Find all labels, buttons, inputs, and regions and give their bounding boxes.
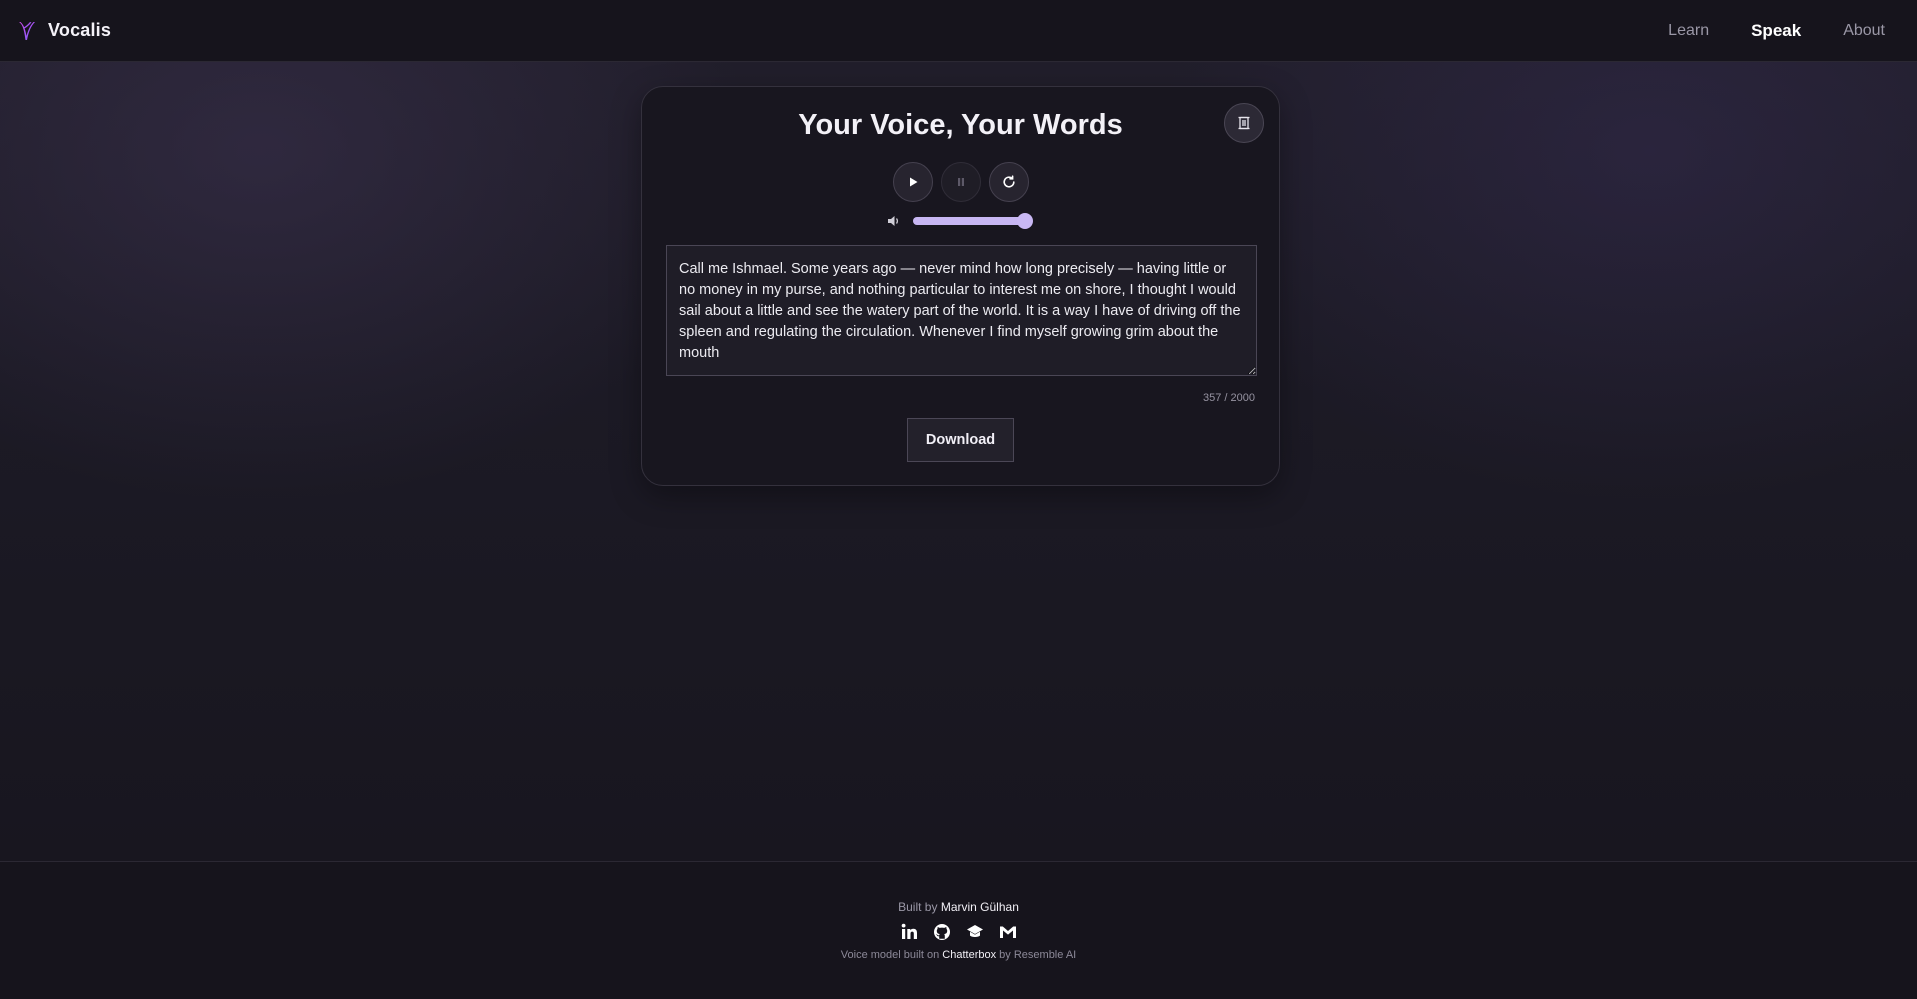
refresh-icon xyxy=(1002,175,1015,188)
credit-prefix: Voice model built on xyxy=(840,949,940,961)
built-by-line: Built by Marvin Gülhan xyxy=(0,900,1917,914)
linkedin-icon xyxy=(901,923,917,939)
chatterbox-link[interactable]: Chatterbox xyxy=(942,949,996,961)
top-navbar: Vocalis Learn Speak About xyxy=(0,0,1917,62)
pause-button[interactable] xyxy=(940,162,981,202)
volume-slider-thumb[interactable] xyxy=(1017,213,1033,229)
credits-line: Voice model built on Chatterbox by Resem… xyxy=(0,949,1917,961)
gmail-icon xyxy=(1000,926,1016,938)
play-icon xyxy=(909,177,917,187)
pause-icon xyxy=(957,178,964,186)
download-button[interactable]: Download xyxy=(907,418,1014,462)
nav-about[interactable]: About xyxy=(1843,22,1885,40)
volume-control xyxy=(887,213,1033,229)
speak-card: Your Voice, Your Words Call me Ishmael. … xyxy=(641,86,1280,486)
scroll-icon xyxy=(1238,116,1250,130)
playback-controls xyxy=(642,162,1279,202)
scholar-link[interactable] xyxy=(966,922,985,941)
card-title: Your Voice, Your Words xyxy=(798,109,1123,141)
author-link[interactable]: Marvin Gülhan xyxy=(941,900,1019,914)
script-button[interactable] xyxy=(1224,103,1264,143)
brand-name: Vocalis xyxy=(48,20,112,40)
brand[interactable]: Vocalis xyxy=(16,19,111,43)
scholar-icon xyxy=(967,924,983,937)
character-count: 357 / 2000 xyxy=(1203,392,1255,404)
volume-icon xyxy=(888,216,899,226)
footer: Built by Marvin Gülhan Voice model built… xyxy=(0,861,1917,999)
nav-learn[interactable]: Learn xyxy=(1668,22,1709,40)
nav-speak[interactable]: Speak xyxy=(1751,21,1801,41)
github-icon xyxy=(934,923,950,940)
credit-suffix: by Resemble AI xyxy=(999,949,1077,961)
reset-button[interactable] xyxy=(988,162,1029,202)
vocalis-logo-icon xyxy=(19,21,35,40)
gmail-link[interactable] xyxy=(999,922,1018,941)
main-nav: Learn Speak About xyxy=(1668,21,1901,41)
text-input[interactable]: Call me Ishmael. Some years ago — never … xyxy=(666,245,1257,376)
play-button[interactable] xyxy=(892,162,933,202)
volume-slider-fill xyxy=(913,217,1025,225)
volume-slider[interactable] xyxy=(913,213,1033,229)
linkedin-link[interactable] xyxy=(900,922,919,941)
social-links xyxy=(0,922,1917,941)
built-by-prefix: Built by xyxy=(898,900,938,914)
github-link[interactable] xyxy=(933,922,952,941)
